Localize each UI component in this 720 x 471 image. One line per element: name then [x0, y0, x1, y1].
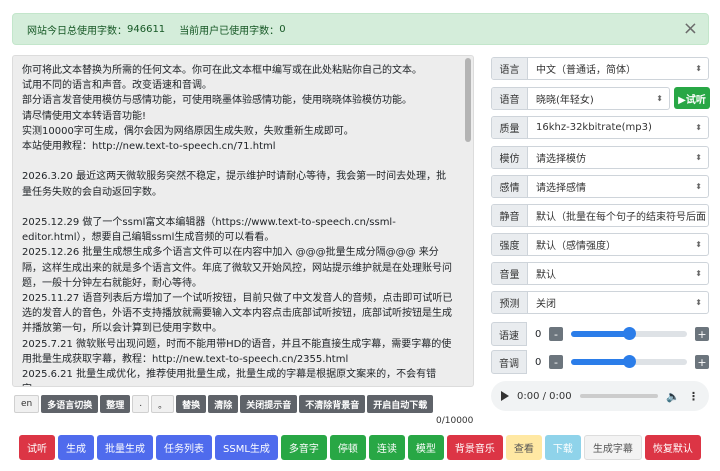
listen-button[interactable]: 试听: [19, 435, 55, 460]
more-options-icon[interactable]: ⋮: [688, 390, 699, 403]
silence-value: 默认（批量在每个句子的结束符号后面: [536, 212, 706, 223]
action-bar: 试听 生成 批量生成 任务列表 SSML生成 多音字 停顿 连读 模型 背景音乐…: [19, 435, 701, 460]
emotion-select[interactable]: 感情 请选择感情 ⬍: [491, 175, 709, 198]
model-button[interactable]: 模型: [407, 435, 444, 460]
pitch-label: 音调: [491, 350, 527, 374]
emotion-value: 请选择感情: [536, 183, 586, 194]
strength-select[interactable]: 强度 默认（感情强度） ⬍: [491, 233, 709, 256]
close-icon[interactable]: ×: [683, 19, 698, 39]
clear-button[interactable]: 清除: [208, 395, 239, 413]
today-usage-count: 946611: [127, 23, 166, 35]
audio-time: 0:00 / 0:00: [517, 390, 572, 402]
voice-select[interactable]: 语音 晓晓(年轻女) ⬍: [491, 87, 670, 110]
audio-progress[interactable]: [579, 394, 659, 398]
voice-listen-button[interactable]: ▶试听: [674, 87, 710, 109]
preview-label: 预测: [492, 292, 528, 313]
voice-value: 晓晓(年轻女): [536, 95, 594, 106]
organize-button[interactable]: 整理: [100, 395, 131, 413]
user-usage-count: 0: [279, 23, 286, 35]
multi-lang-switch-button[interactable]: 多语言切换: [41, 395, 99, 413]
batch-generate-button[interactable]: 批量生成: [97, 435, 153, 460]
pitch-slider-thumb[interactable]: [623, 355, 636, 368]
chevron-down-icon: ⬍: [656, 94, 663, 103]
speed-control: 语速 0 - +: [491, 322, 709, 346]
subtitle-button[interactable]: 生成字幕: [583, 435, 642, 460]
speed-value: 0: [535, 328, 542, 340]
pitch-slider[interactable]: [571, 355, 687, 368]
pitch-increase-button[interactable]: +: [695, 355, 709, 369]
silence-select[interactable]: 静音 默认（批量在每个句子的结束符号后面: [491, 204, 709, 227]
text-toolbar: en 多语言切换 整理 . 。 替换 清除 关闭提示音 不清除背景音 开启自动下…: [14, 395, 434, 413]
liaison-button[interactable]: 连读: [368, 435, 405, 460]
text-content[interactable]: 你可将此文本替换为所需的任何文本。你可在此文本框中编写或在此处粘贴你自己的文本。…: [13, 56, 473, 386]
speed-decrease-button[interactable]: -: [549, 327, 563, 341]
close-notify-sound-button[interactable]: 关闭提示音: [240, 395, 298, 413]
pitch-control: 音调 0 - +: [491, 350, 709, 374]
text-input-area[interactable]: 你可将此文本替换为所需的任何文本。你可在此文本框中编写或在此处粘贴你自己的文本。…: [12, 55, 474, 387]
keep-bg-sound-button[interactable]: 不清除背景音: [299, 395, 366, 413]
view-button[interactable]: 查看: [505, 435, 542, 460]
chevron-down-icon: ⬍: [695, 123, 702, 132]
chevron-down-icon: ⬍: [695, 182, 702, 191]
strength-label: 强度: [492, 234, 528, 255]
strength-value: 默认（感情强度）: [536, 241, 616, 252]
pitch-value: 0: [535, 356, 542, 368]
chevron-down-icon: ⬍: [695, 298, 702, 307]
download-button[interactable]: 下载: [544, 435, 581, 460]
language-label: 语言: [492, 58, 528, 79]
period-cn-button[interactable]: 。: [151, 395, 175, 413]
imitate-value: 请选择模仿: [536, 154, 586, 165]
generate-button[interactable]: 生成: [58, 435, 94, 460]
quality-select[interactable]: 质量 16khz-32kbitrate(mp3) ⬍: [491, 116, 709, 139]
chevron-down-icon: ⬍: [695, 269, 702, 278]
audio-player: 0:00 / 0:00 🔈 ⋮: [491, 381, 709, 411]
imitate-label: 模仿: [492, 147, 528, 168]
speed-slider-thumb[interactable]: [623, 327, 636, 340]
silence-label: 静音: [492, 205, 528, 226]
char-counter: 0/10000: [436, 416, 474, 426]
quality-label: 质量: [492, 117, 528, 138]
chevron-down-icon: ⬍: [695, 64, 702, 73]
quality-value: 16khz-32kbitrate(mp3): [536, 122, 652, 133]
volume-value: 默认: [536, 270, 556, 281]
speed-increase-button[interactable]: +: [695, 327, 709, 341]
speed-label: 语速: [491, 322, 527, 346]
bg-music-button[interactable]: 背景音乐: [446, 435, 503, 460]
task-list-button[interactable]: 任务列表: [156, 435, 212, 460]
pitch-decrease-button[interactable]: -: [549, 355, 563, 369]
period-en-button[interactable]: .: [132, 395, 150, 413]
chevron-down-icon: ⬍: [695, 240, 702, 249]
chevron-down-icon: ⬍: [695, 153, 702, 162]
pause-button[interactable]: 停顿: [329, 435, 366, 460]
volume-label: 音量: [492, 263, 528, 284]
language-value: 中文（普通话，简体）: [536, 65, 636, 76]
usage-alert: 网站今日总使用字数： 946611 当前用户已使用字数： 0 ×: [12, 13, 709, 45]
emotion-label: 感情: [492, 176, 528, 197]
preview-select[interactable]: 预测 关闭 ⬍: [491, 291, 709, 314]
voice-label: 语音: [492, 88, 528, 109]
speed-slider[interactable]: [571, 327, 687, 340]
reset-default-button[interactable]: 恢复默认: [644, 435, 701, 460]
user-usage-label: 当前用户已使用字数：: [179, 25, 280, 37]
language-select[interactable]: 语言 中文（普通话，简体） ⬍: [491, 57, 709, 80]
play-icon[interactable]: [501, 391, 509, 401]
volume-icon[interactable]: 🔈: [666, 390, 680, 403]
auto-download-button[interactable]: 开启自动下载: [367, 395, 434, 413]
lang-en-button[interactable]: en: [14, 395, 40, 413]
text-scrollbar[interactable]: [465, 58, 471, 142]
preview-value: 关闭: [536, 299, 556, 310]
ssml-generate-button[interactable]: SSML生成: [215, 435, 278, 460]
replace-button[interactable]: 替换: [176, 395, 207, 413]
polyphone-button[interactable]: 多音字: [280, 435, 327, 460]
imitate-select[interactable]: 模仿 请选择模仿 ⬍: [491, 146, 709, 169]
today-usage-label: 网站今日总使用字数：: [27, 25, 127, 37]
volume-select[interactable]: 音量 默认 ⬍: [491, 262, 709, 285]
